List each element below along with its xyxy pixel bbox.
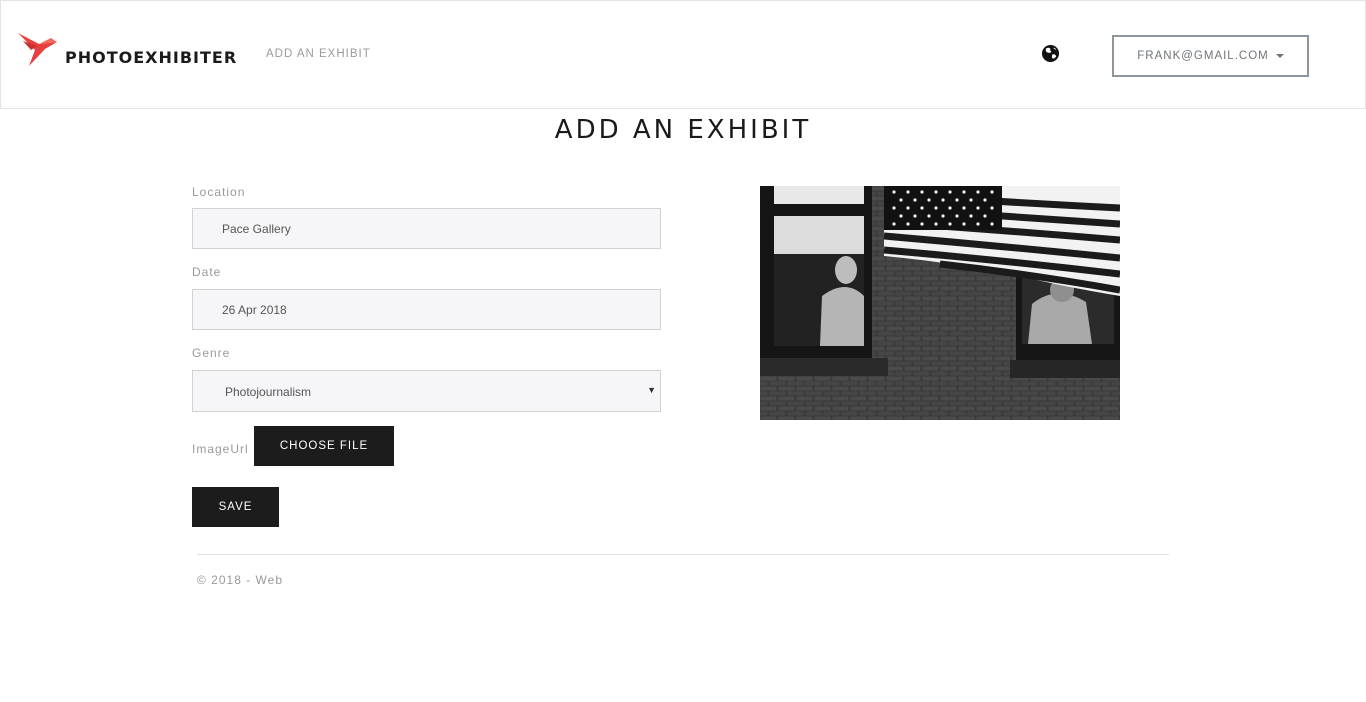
genre-label: Genre <box>192 346 231 360</box>
choose-file-button[interactable]: CHOOSE FILE <box>254 426 394 466</box>
genre-select[interactable]: Photojournalism ▼ <box>192 370 661 412</box>
save-button[interactable]: SAVE <box>192 487 279 527</box>
nav-link-add-exhibit[interactable]: ADD AN EXHIBIT <box>266 48 371 60</box>
brand-name[interactable]: PHOTOEXHIBITER <box>65 48 237 67</box>
caret-down-icon <box>1275 54 1284 58</box>
imageurl-label: ImageUrl <box>192 442 249 456</box>
footer-copyright: © 2018 - Web <box>197 573 283 587</box>
footer-divider <box>197 554 1169 555</box>
genre-selected-value: Photojournalism <box>225 385 312 399</box>
location-label: Location <box>192 185 246 199</box>
date-input[interactable] <box>192 289 661 330</box>
globe-icon[interactable] <box>1041 44 1060 63</box>
page-title: ADD AN EXHIBIT <box>554 115 812 145</box>
navbar: PHOTOEXHIBITER ADD AN EXHIBIT FRANK@GMAI… <box>0 0 1366 109</box>
dropdown-arrow-icon: ▼ <box>647 385 656 395</box>
user-email: FRANK@GMAIL.COM <box>1137 50 1269 62</box>
user-menu-button[interactable]: FRANK@GMAIL.COM <box>1112 35 1309 77</box>
location-input[interactable] <box>192 208 661 249</box>
exhibit-photo <box>760 186 1120 420</box>
bird-logo-icon[interactable] <box>17 30 59 68</box>
date-label: Date <box>192 265 222 279</box>
